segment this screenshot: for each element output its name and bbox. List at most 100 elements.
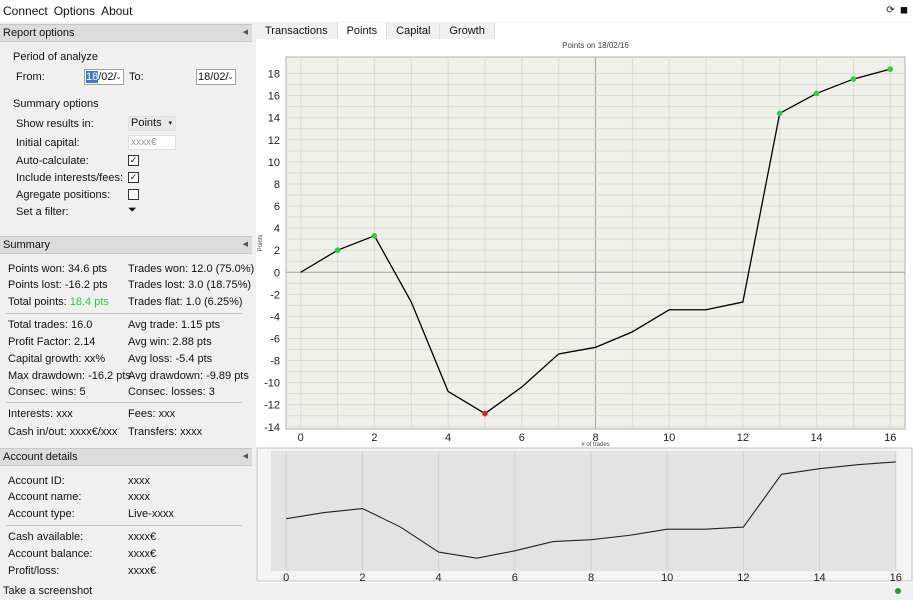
tab-capital[interactable]: Capital [387,23,441,39]
status-bar: Take a screenshot [0,583,913,600]
from-date-input[interactable]: 18/02/ ⌄ [84,69,124,85]
show-results-select[interactable]: Points ▾ [128,116,176,131]
initial-capital-input[interactable]: xxxx€ [128,135,176,150]
account-details-header[interactable]: Account details ◀ [0,448,252,466]
collapse-icon[interactable]: ◀ [243,240,248,248]
report-options-title: Report options [3,27,75,39]
x-tick-label: 10 [663,432,675,444]
summary-header[interactable]: Summary ◀ [0,236,252,254]
profit-loss-label: Profit/loss: [8,565,60,577]
points-line-chart[interactable]: -14-12-10-8-6-4-20246810121416180 2 4 6 8 10 1… [256,39,913,447]
y-tick-label: -12 [264,400,280,412]
y-tick-label: 0 [274,267,280,279]
account-type-value: Live-xxxx [128,508,174,520]
filter-icon[interactable]: ⏷ [128,204,137,217]
left-panel: Report options ◀ Period of analyze From:… [0,23,255,583]
avg-loss: Avg loss: -5.4 pts [128,353,213,365]
data-point-win [850,76,857,82]
trades-won: Trades won: 12.0 (75.0%) [128,263,255,275]
to-date-value: 18/02/ [198,71,229,83]
total-points-value: 18.4 pts [69,296,109,308]
refresh-icon[interactable]: ⟳ [886,5,894,16]
tab-growth[interactable]: Growth [440,23,495,39]
menu-options[interactable]: Options [54,4,95,18]
avg-drawdown: Avg drawdown: -9.89 pts [128,370,249,382]
y-tick-label: -4 [270,311,280,323]
points-lost: Points lost: -16.2 pts [8,279,108,291]
x-tick-label: 12 [737,572,749,583]
total-trades: Total trades: 16.0 [8,319,93,331]
max-drawdown: Max drawdown: -16.2 pts [8,370,131,382]
capital-growth: Capital growth: xx% [8,353,106,365]
x-tick-label: 4 [445,432,451,444]
trades-flat: Trades flat: 1.0 (6.25%) [128,296,243,308]
chart-title: Points on 18/02/16 [562,41,629,50]
overview-range-chart[interactable]: 0 2 4 6 8 10 12 14 16 [256,447,913,583]
total-points-label: Total points: [8,296,67,308]
menu-connect[interactable]: Connect [3,4,48,18]
data-point-win [887,66,894,72]
y-tick-label: -14 [264,422,280,434]
auto-calc-label: Auto-calculate: [16,155,89,167]
y-tick-label: 8 [274,179,280,191]
divider [6,313,242,314]
connection-status-icon [895,588,901,594]
divider [6,525,242,526]
x-tick-label: 6 [519,432,525,444]
screenshot-link[interactable]: Take a screenshot [3,585,92,597]
to-label: To: [129,71,144,83]
consec-wins: Consec. wins: 5 [8,386,86,398]
x-tick-label: 16 [890,572,902,583]
from-date-day: 18 [86,71,99,83]
account-name-value: xxxx [128,491,150,503]
profit-loss-value: xxxx€ [128,565,157,577]
data-point-loss [482,410,488,417]
aggregate-checkbox[interactable] [128,189,139,200]
y-axis-label: Points [258,235,264,252]
total-points: Total points: 18.4 pts [8,296,109,308]
tab-transactions[interactable]: Transactions [256,23,338,39]
include-interests-label: Include interests/fees: [16,172,124,184]
account-details-title: Account details [3,451,78,463]
divider [6,402,242,403]
to-date-input[interactable]: 18/02/ ⌄ [196,69,236,85]
trades-lost: Trades lost: 3.0 (18.75%) [128,279,252,291]
x-tick-label: 2 [359,572,365,583]
auto-calc-checkbox[interactable]: ✓ [128,155,139,166]
from-date-rest: /02/ [98,71,117,83]
account-id-value: xxxx [128,475,150,487]
report-options-header[interactable]: Report options ◀ [0,24,252,42]
y-tick-label: 16 [268,91,280,103]
collapse-icon[interactable]: ◀ [243,28,248,36]
data-point-win [776,110,783,117]
y-tick-label: 12 [268,135,280,147]
avg-trade: Avg trade: 1.15 pts [128,319,221,331]
y-tick-label: 10 [268,157,280,169]
y-tick-label: 2 [274,245,280,257]
show-results-label: Show results in: [16,118,94,130]
filter-label: Set a filter: [16,206,69,218]
initial-capital-label: Initial capital: [16,137,80,149]
data-point-win [813,90,820,97]
y-tick-label: -10 [264,378,280,390]
x-tick-label: 2 [371,432,377,444]
chevron-down-icon[interactable]: ⌄ [227,70,234,84]
y-tick-label: -8 [270,356,280,368]
x-tick-label: 14 [810,432,822,444]
x-tick-label: 14 [813,572,825,583]
chevron-down-icon[interactable]: ⌄ [115,70,122,84]
period-label: Period of analyze [13,51,98,63]
aggregate-label: Agregate positions: [16,189,111,201]
include-interests-checkbox[interactable]: ✓ [128,172,139,183]
x-tick-label: 10 [661,572,673,583]
menu-bar: Connect Options About ⟳ ◼ [0,0,913,22]
collapse-icon[interactable]: ◀ [243,452,248,460]
tab-points[interactable]: Points [337,23,388,39]
menu-about[interactable]: About [101,4,132,18]
camera-icon[interactable]: ◼ [900,5,908,16]
interests: Interests: xxx [8,408,73,420]
y-tick-label: -6 [270,333,280,345]
x-tick-label: 16 [884,432,896,444]
overview-selection [271,451,896,571]
summary-options-label: Summary options [13,98,99,110]
